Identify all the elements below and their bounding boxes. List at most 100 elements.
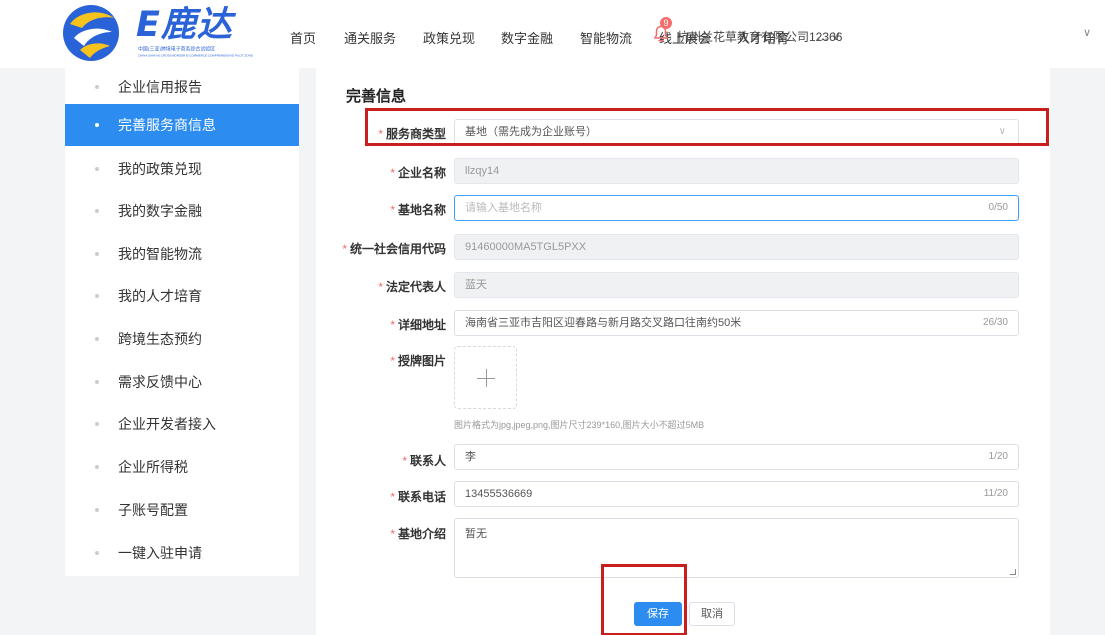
required-mark: *	[378, 280, 383, 294]
service-type-label: * 服务商类型	[378, 127, 446, 141]
sidebar-item-label: 子账号配置	[118, 502, 188, 518]
company-name[interactable]: 杭州兰花草教育有限公司12366	[677, 28, 842, 45]
address-label: * 详细地址	[390, 318, 446, 332]
intro-label: * 基地介绍	[390, 527, 446, 541]
address-input[interactable]: 海南省三亚市吉阳区迎春路与新月路交叉路口往南约50米 26/30	[454, 310, 1019, 336]
brand-subtitle-en: CHINA (SANYA) CROSS-BORDER E-COMMERCE CO…	[138, 54, 253, 58]
notification-badge: 9	[660, 17, 672, 29]
char-counter: 26/30	[982, 317, 1008, 328]
char-counter: 1/20	[988, 451, 1008, 462]
credit-code-value: 91460000MA5TGL5PXX	[465, 241, 587, 253]
required-mark: *	[390, 527, 395, 541]
upload-hint: 图片格式为jpg,jpeg,png,图片尺寸239*160,图片大小不超过5MB	[454, 420, 705, 430]
page-title: 完善信息	[346, 88, 407, 105]
contact-label: * 联系人	[402, 454, 446, 468]
sidebar-item-logistics[interactable]: 我的智能物流	[65, 233, 299, 275]
char-counter: 11/20	[983, 488, 1008, 499]
sidebar: 企业信用报告 完善服务商信息 我的政策兑现 我的数字金融 我的智能物流 我的人才…	[65, 68, 299, 576]
bullet-icon	[95, 465, 99, 469]
nav-finance[interactable]: 数字金融	[501, 28, 553, 47]
phone-label: * 联系电话	[390, 490, 446, 504]
sidebar-item-finance[interactable]: 我的数字金融	[65, 190, 299, 232]
credit-code-label: * 统一社会信用代码	[342, 242, 446, 256]
bullet-icon	[95, 508, 99, 512]
site-logo[interactable]: E鹿达 中国(三亚)跨境电子商务综合试验区 CHINA (SANYA) CROS…	[60, 2, 270, 64]
legal-rep-value: 蓝天	[465, 279, 487, 291]
sidebar-item-income-tax[interactable]: 企业所得税	[65, 446, 299, 488]
nav-logistics[interactable]: 智能物流	[580, 28, 632, 47]
sidebar-item-policy[interactable]: 我的政策兑现	[65, 148, 299, 190]
legal-rep-label: * 法定代表人	[378, 280, 446, 294]
intro-textarea[interactable]: 暂无	[454, 518, 1019, 578]
plus-icon	[486, 369, 487, 387]
sidebar-item-label: 我的人才培育	[118, 288, 202, 304]
sidebar-item-label: 企业信用报告	[118, 79, 202, 95]
bullet-icon	[95, 123, 99, 127]
sidebar-item-label: 我的智能物流	[118, 246, 202, 262]
brand-subtitle: 中国(三亚)跨境电子商务综合试验区	[138, 47, 216, 53]
required-mark: *	[378, 127, 383, 141]
bullet-icon	[95, 252, 99, 256]
main-content: 完善信息 * 服务商类型 基地（需先成为企业账号） ∨ * 企业名称 llzqy14…	[316, 68, 1050, 635]
sidebar-item-label: 完善服务商信息	[118, 117, 216, 133]
sidebar-item-label: 跨境生态预约	[118, 331, 202, 347]
cancel-button[interactable]: 取消	[689, 602, 735, 626]
bullet-icon	[95, 209, 99, 213]
company-name-value: llzqy14	[465, 165, 500, 177]
top-header: E鹿达 中国(三亚)跨境电子商务综合试验区 CHINA (SANYA) CROS…	[0, 0, 1105, 68]
char-counter: 0/50	[988, 202, 1008, 213]
resize-handle-icon[interactable]	[1010, 569, 1016, 575]
phone-value: 13455536669	[465, 488, 533, 500]
legal-rep-field: 蓝天	[454, 272, 1019, 298]
required-mark: *	[390, 490, 395, 504]
sidebar-item-sub-accounts[interactable]: 子账号配置	[65, 489, 299, 531]
brand-name: E鹿达	[136, 5, 233, 45]
sidebar-item-credit-report[interactable]: 企业信用报告	[65, 66, 299, 108]
sidebar-item-label: 一键入驻申请	[118, 545, 202, 561]
bullet-icon	[95, 167, 99, 171]
base-name-placeholder: 请输入基地名称	[465, 202, 542, 214]
phone-input[interactable]: 13455536669 11/20	[454, 481, 1019, 507]
bullet-icon	[95, 422, 99, 426]
service-type-value: 基地（需先成为企业账号）	[465, 126, 597, 138]
nav-policy[interactable]: 政策兑现	[423, 28, 475, 47]
nav-customs[interactable]: 通关服务	[344, 28, 396, 47]
sidebar-item-ecosystem[interactable]: 跨境生态预约	[65, 318, 299, 360]
plaque-image-label: * 授牌图片	[390, 354, 446, 368]
sidebar-item-label: 我的政策兑现	[118, 161, 202, 177]
nav-home[interactable]: 首页	[290, 28, 316, 47]
save-button[interactable]: 保存	[634, 602, 682, 626]
bullet-icon	[95, 551, 99, 555]
sidebar-item-apply[interactable]: 一键入驻申请	[65, 532, 299, 574]
required-mark: *	[402, 454, 407, 468]
address-value: 海南省三亚市吉阳区迎春路与新月路交叉路口往南约50米	[465, 317, 742, 329]
required-mark: *	[342, 242, 347, 256]
sidebar-item-label: 企业所得税	[118, 459, 188, 475]
required-mark: *	[390, 354, 395, 368]
intro-value: 暂无	[465, 528, 487, 540]
company-name-label: * 企业名称	[390, 166, 446, 180]
bullet-icon	[95, 380, 99, 384]
bullet-icon	[95, 85, 99, 89]
sidebar-item-feedback[interactable]: 需求反馈中心	[65, 361, 299, 403]
required-mark: *	[390, 166, 395, 180]
sidebar-item-label: 企业开发者接入	[118, 416, 216, 432]
image-upload-box[interactable]	[454, 346, 517, 409]
sidebar-item-developer[interactable]: 企业开发者接入	[65, 403, 299, 445]
contact-value: 李	[465, 451, 476, 463]
sidebar-item-service-info[interactable]: 完善服务商信息	[65, 104, 299, 146]
contact-input[interactable]: 李 1/20	[454, 444, 1019, 470]
base-name-input[interactable]: 请输入基地名称 0/50	[454, 195, 1019, 221]
base-name-label: * 基地名称	[390, 203, 446, 217]
sidebar-item-label: 需求反馈中心	[118, 374, 202, 390]
chevron-down-icon[interactable]: ∨	[1083, 26, 1091, 39]
chevron-down-icon: ∨	[998, 126, 1006, 137]
bullet-icon	[95, 294, 99, 298]
required-mark: *	[390, 318, 395, 332]
bullet-icon	[95, 337, 99, 341]
company-name-field: llzqy14	[454, 158, 1019, 184]
service-type-select[interactable]: 基地（需先成为企业账号） ∨	[454, 119, 1019, 145]
sidebar-item-label: 我的数字金融	[118, 203, 202, 219]
sidebar-item-talent[interactable]: 我的人才培育	[65, 275, 299, 317]
credit-code-field: 91460000MA5TGL5PXX	[454, 234, 1019, 260]
